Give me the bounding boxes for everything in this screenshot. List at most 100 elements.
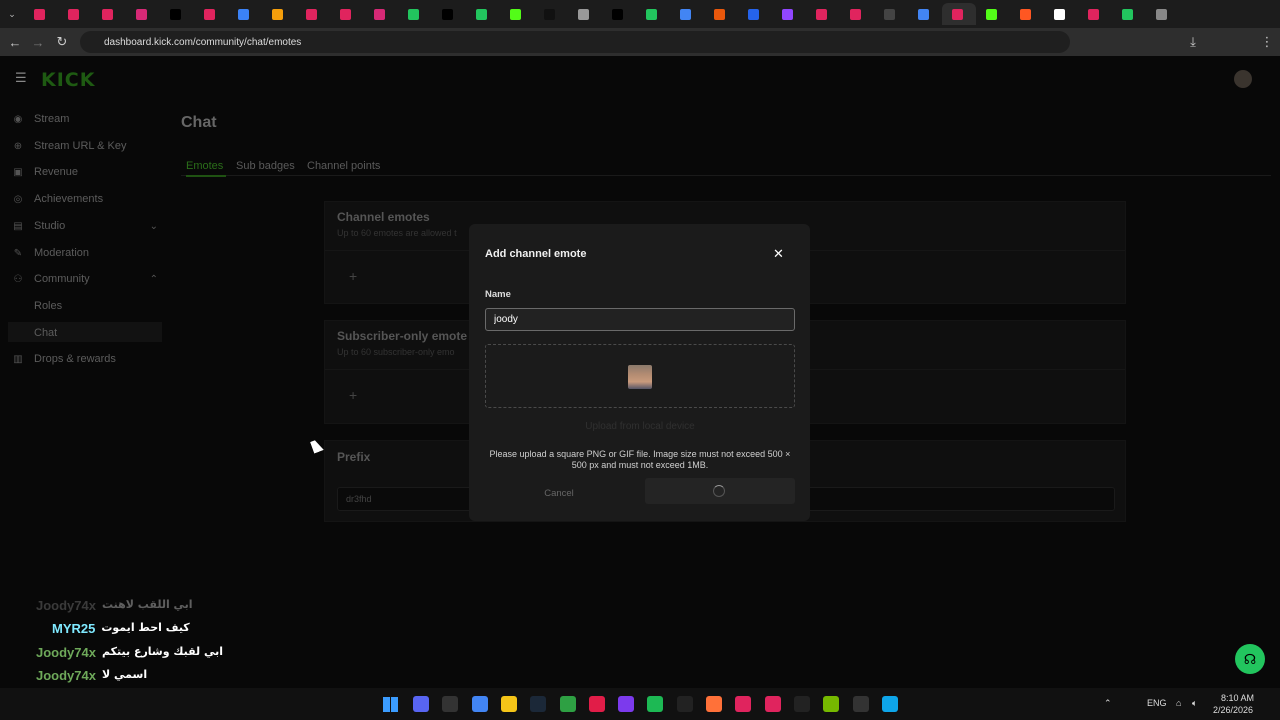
browser-tab[interactable] xyxy=(1044,3,1078,25)
sidebar-item-drops-rewards[interactable]: ▥ Drops & rewards xyxy=(12,347,162,371)
tab-search-icon[interactable]: ⌄ xyxy=(0,3,24,25)
taskbar-app-icon[interactable] xyxy=(471,696,488,712)
sidebar-item-chat[interactable]: Chat xyxy=(34,327,57,339)
sidebar-item-studio[interactable]: ▤ Studio ⌄ xyxy=(12,214,162,238)
language-indicator[interactable]: ENG xyxy=(1147,698,1167,708)
browser-tab[interactable] xyxy=(772,3,806,25)
clock-date[interactable]: 2/26/2026 xyxy=(1213,705,1253,715)
reload-icon[interactable]: ↻ xyxy=(50,30,74,54)
sidebar-item-stream-url-key[interactable]: ⊕ Stream URL & Key xyxy=(12,134,162,158)
browser-tab[interactable] xyxy=(126,3,160,25)
browser-tab[interactable] xyxy=(92,3,126,25)
browser-tab[interactable] xyxy=(296,3,330,25)
tab-sub-badges[interactable]: Sub badges xyxy=(236,160,295,172)
browser-tab[interactable] xyxy=(364,3,398,25)
submit-button[interactable] xyxy=(645,478,795,504)
browser-tab[interactable] xyxy=(636,3,670,25)
tab-channel-points[interactable]: Channel points xyxy=(307,160,380,172)
browser-tab[interactable] xyxy=(262,3,296,25)
windows-start-icon[interactable] xyxy=(383,697,398,712)
network-icon[interactable]: ⌂ xyxy=(1176,698,1181,708)
add-emote-button[interactable]: + xyxy=(349,268,357,284)
tab-favicon-icon xyxy=(340,8,351,20)
taskbar-app-icon[interactable] xyxy=(881,696,898,712)
sidebar-item-achievements[interactable]: ◎ Achievements xyxy=(12,187,162,211)
browser-tab[interactable] xyxy=(160,3,194,25)
browser-tab[interactable] xyxy=(330,3,364,25)
browser-tab[interactable] xyxy=(432,3,466,25)
back-icon[interactable]: ← xyxy=(3,30,27,54)
taskbar-app-icon[interactable] xyxy=(442,696,459,712)
tab-favicon-icon xyxy=(1020,8,1031,20)
volume-icon[interactable]: 🔈︎ xyxy=(1192,698,1197,709)
add-subscriber-emote-button[interactable]: + xyxy=(349,387,357,403)
sidebar-item-revenue[interactable]: ▣ Revenue xyxy=(12,160,162,184)
sidebar-item-moderation[interactable]: ✎ Moderation xyxy=(12,241,162,265)
add-emote-modal: Add channel emote ✕ Name Upload from loc… xyxy=(469,224,810,521)
image-dropzone[interactable] xyxy=(485,344,795,408)
browser-tab[interactable] xyxy=(806,3,840,25)
tab-favicon-icon xyxy=(68,8,79,20)
close-icon[interactable]: ✕ xyxy=(773,246,784,262)
overlay-chat-line: Joody74x ابي اللقب لاهنت xyxy=(36,598,193,613)
browser-tab[interactable] xyxy=(568,3,602,25)
browser-tab[interactable] xyxy=(500,3,534,25)
taskbar-app-icon[interactable] xyxy=(706,696,722,712)
tray-expand-icon[interactable]: ⌃ xyxy=(1104,698,1112,709)
browser-menu-icon[interactable]: ⋮ xyxy=(1255,30,1279,54)
taskbar-app-icon[interactable] xyxy=(559,696,576,712)
overlay-chat-message: ابي اللقب لاهنت xyxy=(101,598,193,611)
address-bar[interactable]: dashboard.kick.com/community/chat/emotes xyxy=(80,31,1070,53)
sidebar-item-stream[interactable]: ◉ Stream xyxy=(12,107,162,131)
taskbar-app-icon[interactable] xyxy=(618,696,635,712)
browser-tab[interactable] xyxy=(466,3,500,25)
browser-tab[interactable] xyxy=(908,3,942,25)
clock-time[interactable]: 8:10 AM xyxy=(1221,693,1254,703)
browser-tab[interactable] xyxy=(534,3,568,25)
hamburger-menu-icon[interactable]: ☰ xyxy=(15,70,27,86)
browser-tab[interactable] xyxy=(1112,3,1146,25)
tab-favicon-icon xyxy=(680,8,691,20)
browser-tab[interactable] xyxy=(704,3,738,25)
tab-emotes[interactable]: Emotes xyxy=(186,160,223,172)
browser-tab[interactable] xyxy=(942,3,976,25)
browser-tab[interactable] xyxy=(1078,3,1112,25)
browser-tab[interactable] xyxy=(840,3,874,25)
taskbar-app-icon[interactable] xyxy=(647,696,664,712)
sidebar-item-community[interactable]: ⚇ Community ⌃ xyxy=(12,267,162,291)
subscriber-emotes-title: Subscriber-only emote xyxy=(337,329,468,343)
browser-tab[interactable] xyxy=(670,3,704,25)
sidebar-item-roles[interactable]: Roles xyxy=(34,300,62,312)
emote-name-input[interactable] xyxy=(485,308,795,331)
browser-tab[interactable] xyxy=(874,3,908,25)
taskbar-app-icon[interactable] xyxy=(413,696,429,712)
browser-tab[interactable] xyxy=(1146,3,1180,25)
browser-tab[interactable] xyxy=(24,3,58,25)
cancel-button[interactable]: Cancel xyxy=(529,484,589,504)
taskbar-app-icon[interactable] xyxy=(852,696,869,712)
browser-tab[interactable] xyxy=(228,3,262,25)
taskbar-app-icon[interactable] xyxy=(530,696,547,712)
browser-tab[interactable] xyxy=(194,3,228,25)
taskbar-app-icon[interactable] xyxy=(764,696,781,712)
taskbar-app-icon[interactable] xyxy=(588,696,605,712)
browser-tab[interactable] xyxy=(976,3,1010,25)
taskbar-app-icon[interactable] xyxy=(500,696,517,712)
forward-icon[interactable]: → xyxy=(26,30,50,54)
taskbar-app-icon[interactable] xyxy=(823,696,840,712)
kick-logo[interactable]: KICK xyxy=(41,69,95,91)
tab-strip: ⌄ xyxy=(0,0,1280,28)
upload-from-device-button[interactable]: Upload from local device xyxy=(485,417,795,437)
browser-tab[interactable] xyxy=(738,3,772,25)
browser-tab[interactable] xyxy=(398,3,432,25)
download-icon[interactable]: ⤓ xyxy=(1181,30,1205,54)
taskbar-app-icon[interactable] xyxy=(676,696,693,712)
browser-tab[interactable] xyxy=(602,3,636,25)
browser-tab[interactable] xyxy=(1010,3,1044,25)
headset-icon: ☊ xyxy=(1243,650,1257,667)
browser-tab[interactable] xyxy=(58,3,92,25)
support-chat-button[interactable]: ☊ xyxy=(1235,644,1265,674)
taskbar-app-icon[interactable] xyxy=(793,696,810,712)
avatar[interactable] xyxy=(1234,70,1252,88)
taskbar-app-icon[interactable] xyxy=(735,696,752,712)
